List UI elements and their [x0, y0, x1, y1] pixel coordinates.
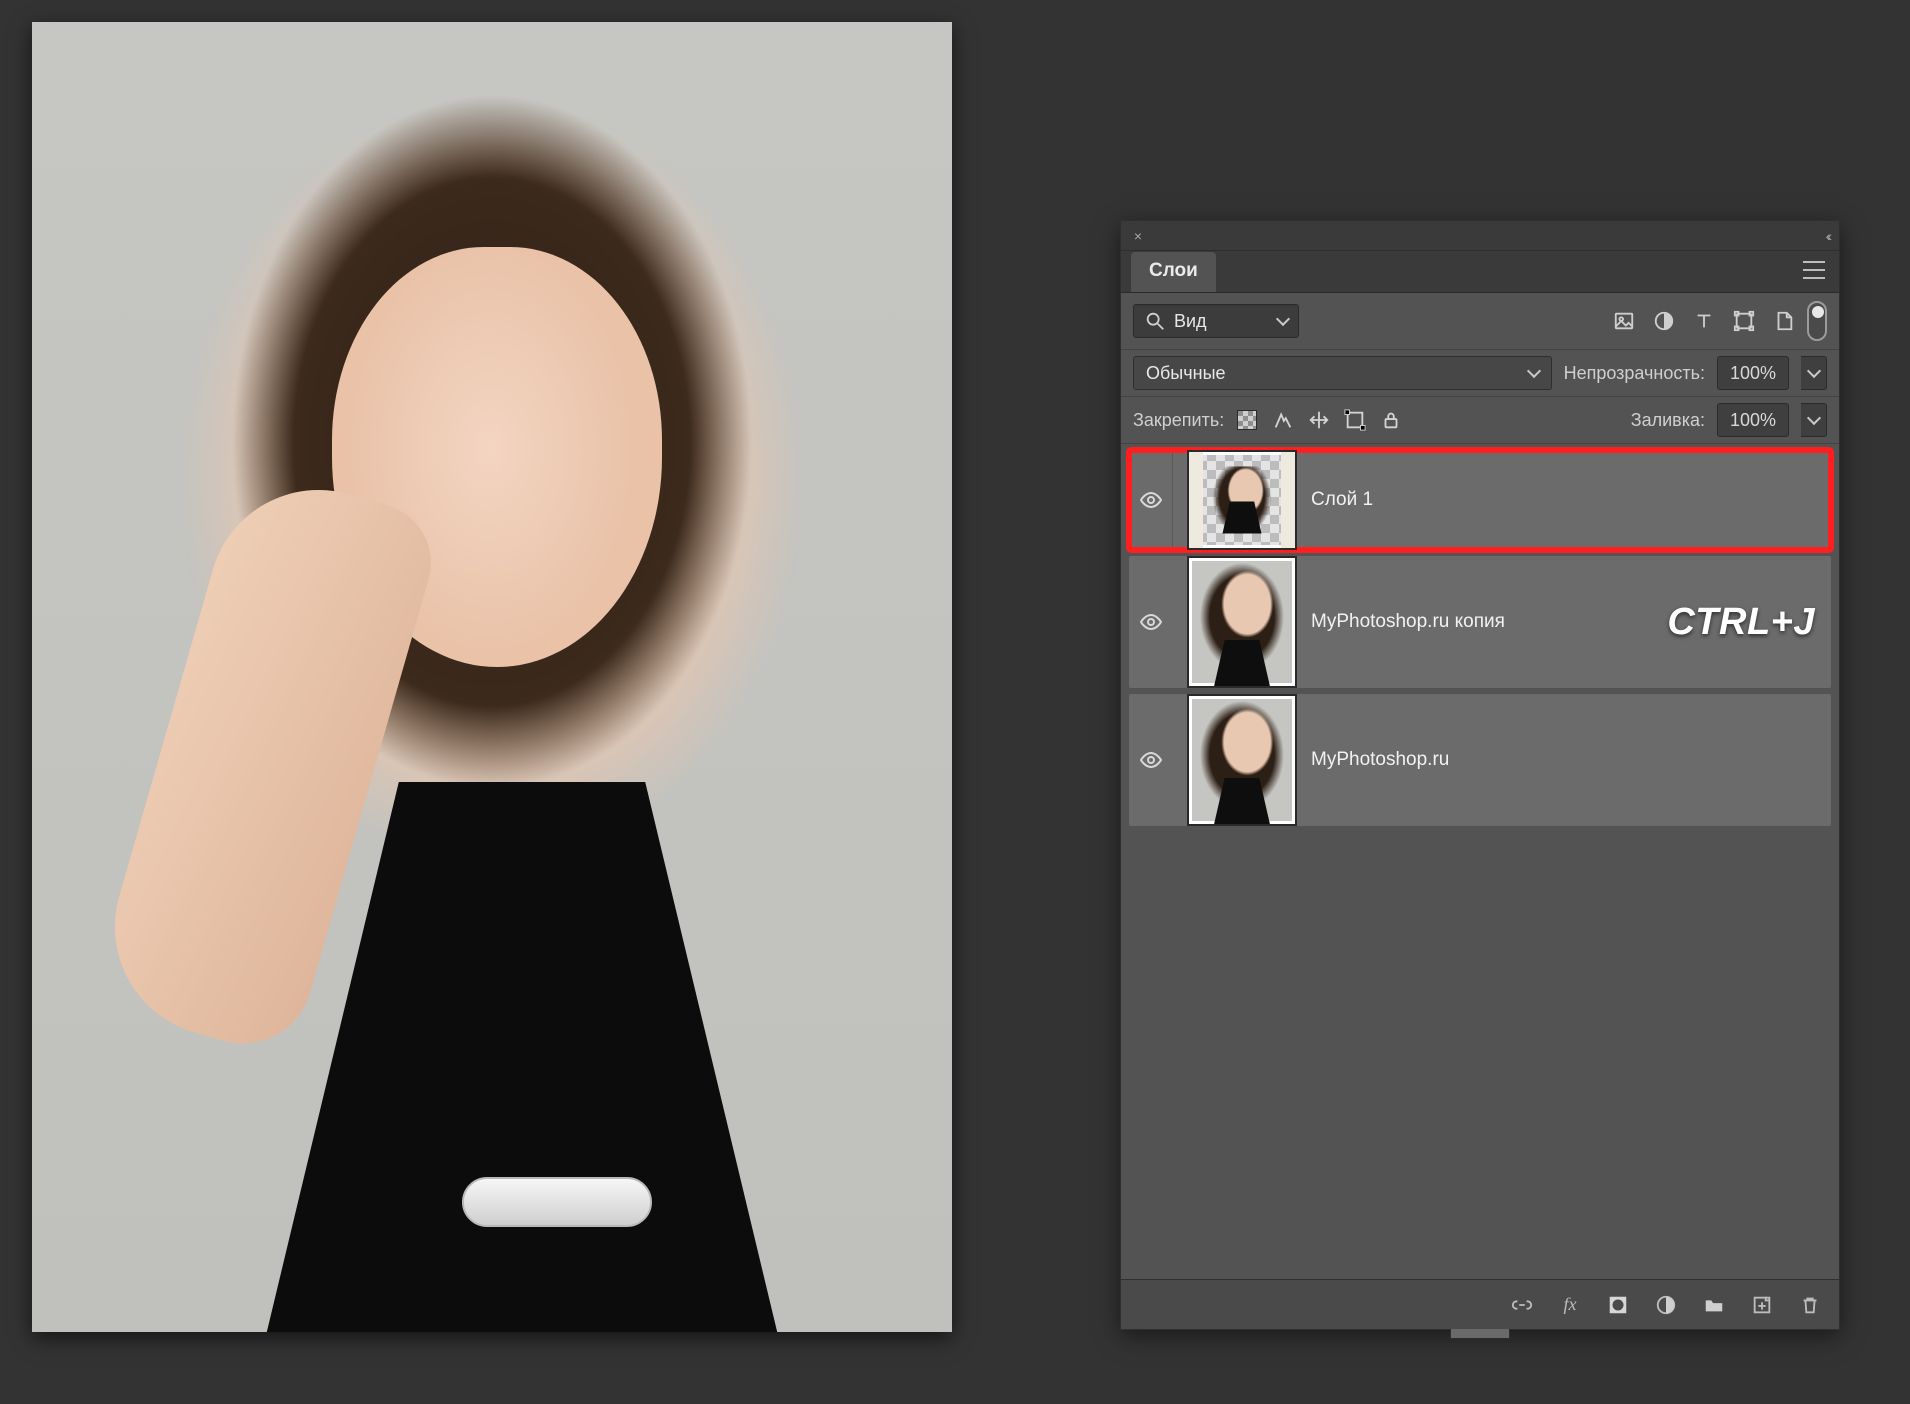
layer-visibility-toggle[interactable]	[1129, 450, 1173, 550]
adjustment-filter-icon[interactable]	[1653, 310, 1675, 332]
blend-mode-dropdown[interactable]: Обычные	[1133, 356, 1552, 390]
trash-icon[interactable]	[1799, 1294, 1821, 1316]
collapse-panel-icon[interactable]: ‹‹	[1826, 228, 1829, 244]
chevron-down-icon	[1276, 312, 1290, 326]
layer-row[interactable]: Слой 1	[1129, 450, 1831, 550]
panel-menu-icon[interactable]	[1803, 261, 1825, 279]
layer-thumbnail[interactable]	[1187, 556, 1297, 688]
shortcut-hint: CTRL+J	[1667, 601, 1821, 644]
lock-all-icon[interactable]	[1380, 409, 1402, 431]
layer-filter-icons	[1613, 310, 1795, 332]
lock-image-icon[interactable]	[1272, 409, 1294, 431]
link-icon[interactable]	[1511, 1294, 1533, 1316]
tab-layers[interactable]: Слои	[1131, 252, 1216, 292]
type-filter-icon[interactable]	[1693, 310, 1715, 332]
layer-kind-dropdown[interactable]: Вид	[1133, 304, 1299, 338]
close-panel-icon[interactable]: ×	[1131, 228, 1145, 244]
shape-filter-icon[interactable]	[1733, 310, 1755, 332]
fill-stepper[interactable]	[1801, 403, 1827, 437]
filter-toggle[interactable]	[1807, 301, 1827, 341]
layer-kind-label: Вид	[1174, 311, 1207, 332]
layer-name[interactable]: Слой 1	[1311, 489, 1821, 511]
fill-label: Заливка:	[1631, 410, 1705, 431]
layer-visibility-toggle[interactable]	[1129, 748, 1173, 772]
lock-label: Закрепить:	[1133, 410, 1224, 431]
canvas-image	[32, 22, 952, 1332]
blend-opacity-row: Обычные Непрозрачность: 100%	[1121, 350, 1839, 397]
layer-visibility-toggle[interactable]	[1129, 610, 1173, 634]
image-filter-icon[interactable]	[1613, 310, 1635, 332]
opacity-value[interactable]: 100%	[1717, 356, 1789, 390]
layer-thumbnail[interactable]	[1187, 694, 1297, 826]
panel-resize-grip[interactable]	[1450, 1329, 1510, 1339]
blend-mode-value: Обычные	[1146, 363, 1226, 384]
panel-titlebar[interactable]: × ‹‹	[1121, 221, 1839, 251]
opacity-label: Непрозрачность:	[1564, 363, 1705, 384]
opacity-stepper[interactable]	[1801, 356, 1827, 390]
lock-fill-row: Закрепить: Заливка: 100%	[1121, 397, 1839, 444]
layer-fx-icon[interactable]: fx	[1559, 1294, 1581, 1316]
lock-artboard-icon[interactable]	[1344, 409, 1366, 431]
layer-row[interactable]: MyPhotoshop.ru копия CTRL+J	[1129, 556, 1831, 688]
new-layer-icon[interactable]	[1751, 1294, 1773, 1316]
layer-name[interactable]: MyPhotoshop.ru	[1311, 749, 1821, 771]
group-icon[interactable]	[1703, 1294, 1725, 1316]
layer-thumbnail[interactable]	[1187, 450, 1297, 550]
layers-panel: × ‹‹ Слои Вид	[1120, 220, 1840, 1330]
tab-layers-label: Слои	[1149, 260, 1198, 281]
layer-filter-row: Вид	[1121, 293, 1839, 350]
layers-panel-footer: fx	[1121, 1279, 1839, 1329]
layer-list: Слой 1MyPhotoshop.ru копияCTRL+JMyPhotos…	[1121, 444, 1839, 1279]
lock-transparency-icon[interactable]	[1236, 409, 1258, 431]
add-mask-icon[interactable]	[1607, 1294, 1629, 1316]
layer-name[interactable]: MyPhotoshop.ru копия	[1311, 611, 1653, 633]
panel-tabstrip: Слои	[1121, 251, 1839, 293]
fill-adjustment-icon[interactable]	[1655, 1294, 1677, 1316]
lock-position-icon[interactable]	[1308, 409, 1330, 431]
document-canvas[interactable]	[32, 22, 952, 1332]
fill-value[interactable]: 100%	[1717, 403, 1789, 437]
lock-icons	[1236, 409, 1402, 431]
layer-row[interactable]: MyPhotoshop.ru	[1129, 694, 1831, 826]
chevron-down-icon	[1527, 364, 1541, 378]
search-icon	[1144, 310, 1166, 332]
smart-object-filter-icon[interactable]	[1773, 310, 1795, 332]
